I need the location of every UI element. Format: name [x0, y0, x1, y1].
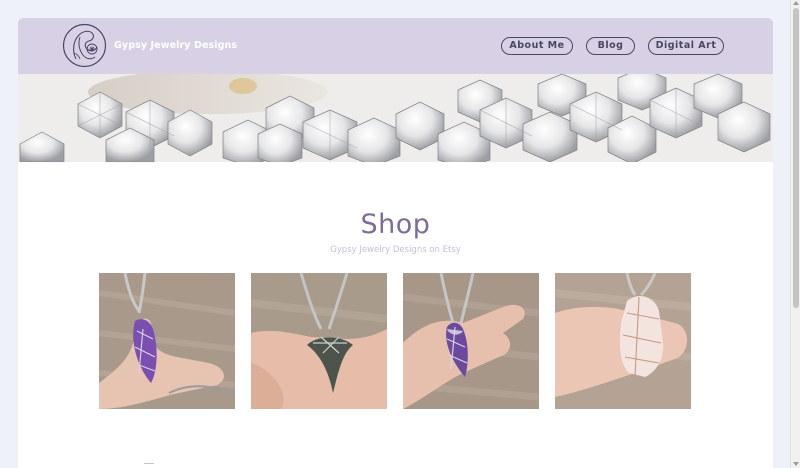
site-header: Gypsy Jewelry Designs About Me Blog Digi… [18, 18, 773, 74]
scroll-up-arrow-icon[interactable] [793, 1, 799, 5]
scroll-down-arrow-icon[interactable] [793, 462, 799, 466]
site-brand-name[interactable]: Gypsy Jewelry Designs [114, 40, 237, 51]
nav-blog-button[interactable]: Blog [586, 37, 635, 55]
shop-section-title: Shop [360, 209, 431, 240]
product-image-1[interactable] [99, 273, 235, 409]
product-image-3[interactable] [403, 273, 539, 409]
page-scrollbar[interactable] [790, 0, 800, 468]
hero-banner-image [18, 74, 773, 162]
site-logo-icon[interactable] [62, 23, 107, 68]
next-section-edge [144, 463, 154, 466]
nav-about-me-button[interactable]: About Me [501, 37, 573, 55]
product-image-4[interactable] [555, 273, 691, 409]
nav-digital-art-button[interactable]: Digital Art [648, 37, 724, 55]
shop-etsy-link[interactable]: Gypsy Jewelry Designs on Etsy [18, 245, 773, 255]
scrollbar-thumb[interactable] [793, 8, 799, 308]
product-image-2[interactable] [251, 273, 387, 409]
page-container: Gypsy Jewelry Designs About Me Blog Digi… [18, 18, 773, 468]
